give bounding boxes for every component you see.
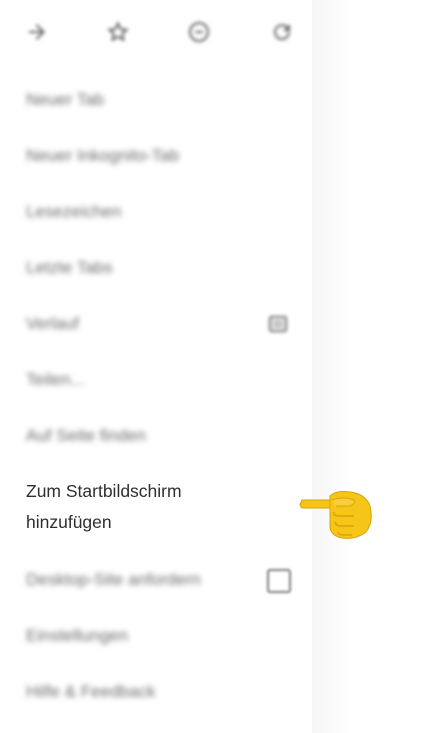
menu-shadow	[312, 0, 352, 733]
menu-item-new-incognito-tab[interactable]: Neuer Inkognito-Tab	[26, 144, 306, 168]
menu-item-find-in-page[interactable]: Auf Seite finden	[26, 424, 306, 448]
menu-item-new-tab[interactable]: Neuer Tab	[26, 88, 306, 112]
menu-item-settings[interactable]: Einstellungen	[26, 624, 306, 648]
menu-item-request-desktop-site[interactable]: Desktop-Site anfordern	[26, 568, 306, 592]
history-dashboard-icon	[269, 316, 287, 332]
menu-item-add-to-home-screen[interactable]: Zum Startbildschirm hinzufügen	[26, 476, 306, 538]
menu-item-recent-tabs[interactable]: Letzte Tabs	[26, 256, 306, 280]
menu-item-history[interactable]: Verlauf	[26, 312, 306, 336]
reload-icon[interactable]	[270, 20, 294, 44]
add-to-home-screen-label-line2: hinzufügen	[26, 512, 112, 532]
add-to-home-screen-label-line1: Zum Startbildschirm	[26, 481, 182, 501]
forward-icon[interactable]	[25, 20, 49, 44]
pointing-hand-icon	[299, 491, 372, 539]
overflow-menu: Neuer Tab Neuer Inkognito-Tab Lesezeiche…	[0, 0, 312, 733]
menu-item-share[interactable]: Teilen...	[26, 368, 306, 392]
desktop-site-checkbox[interactable]	[267, 569, 291, 593]
menu-item-bookmarks[interactable]: Lesezeichen	[26, 200, 306, 224]
menu-toolbar	[0, 8, 312, 56]
bookmark-star-icon[interactable]	[106, 20, 130, 44]
menu-item-help-feedback[interactable]: Hilfe & Feedback	[26, 680, 306, 704]
download-info-icon[interactable]	[187, 20, 211, 44]
